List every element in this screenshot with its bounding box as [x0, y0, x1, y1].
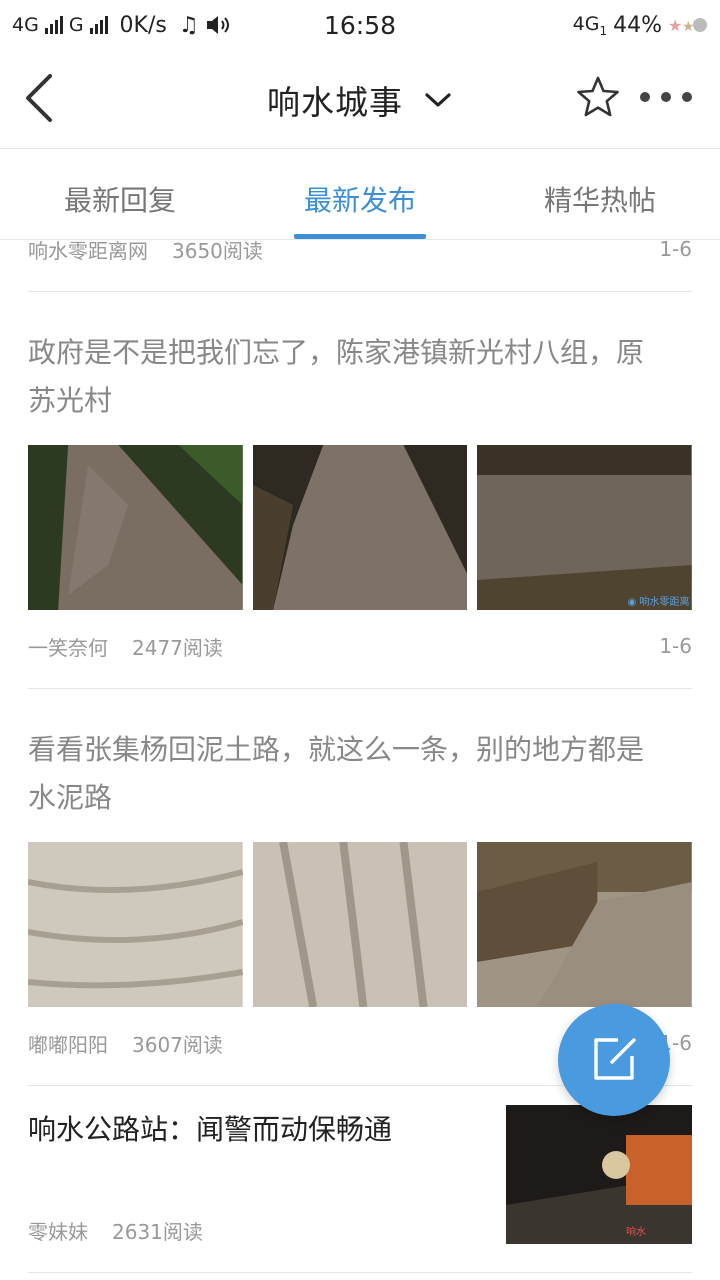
- tab-latest-posts[interactable]: 最新发布: [240, 149, 480, 239]
- post-meta: 零妹妹 2631阅读: [28, 1215, 692, 1245]
- post-image[interactable]: [252, 445, 468, 610]
- post-feed[interactable]: 响水零距离网 3650阅读 1-6 政府是不是把我们忘了，陈家港镇新光村八组，原…: [0, 240, 720, 1280]
- post-author: 嘟嘟阳阳: [28, 1032, 108, 1057]
- more-icon[interactable]: [640, 84, 692, 110]
- network-type-2: G: [68, 14, 84, 36]
- svg-text:★: ★: [668, 16, 682, 35]
- post-image[interactable]: [28, 842, 243, 1007]
- svg-text:◉ 响水零距离: ◉ 响水零距离: [628, 595, 690, 608]
- signal-icon: [44, 16, 63, 34]
- post-reads: 3607阅读: [132, 1032, 223, 1057]
- post-reads: 3650阅读: [172, 240, 263, 263]
- volume-icon: [206, 16, 229, 34]
- post-image[interactable]: ◉ 响水零距离: [477, 445, 693, 610]
- post-images[interactable]: [28, 842, 693, 1007]
- page-title: 响水城事: [267, 83, 403, 122]
- network-type-1: 4G: [12, 14, 39, 36]
- post-image[interactable]: [477, 842, 693, 1007]
- tab-featured[interactable]: 精华热帖: [480, 149, 720, 239]
- divider: [28, 1272, 692, 1273]
- compose-button[interactable]: [558, 1004, 670, 1116]
- post-meta: 响水零距离网 3650阅读 1-6: [28, 240, 692, 264]
- weather-icon: ★ ★: [668, 16, 707, 35]
- tab-latest-replies[interactable]: 最新回复: [0, 149, 240, 239]
- post-author: 响水零距离网: [28, 240, 148, 263]
- post-image[interactable]: [252, 842, 468, 1007]
- post-reads: 2631阅读: [112, 1219, 203, 1244]
- network-speed: 0K/s: [119, 12, 167, 38]
- compose-icon: [594, 1038, 636, 1080]
- signal-icon: [89, 16, 108, 34]
- post-images[interactable]: ◉ 响水零距离: [28, 445, 693, 610]
- status-bar: 4G G 0K/s ♫ 16:58 4G1 44% ★ ★: [0, 0, 720, 50]
- post-image[interactable]: [28, 445, 243, 610]
- post-pages: 1-6: [659, 240, 692, 261]
- post-title[interactable]: 看看张集杨回泥土路，就这么一条，别的地方都是水泥路: [28, 726, 668, 822]
- post-meta: 一笑奈何 2477阅读 1-6: [28, 631, 692, 661]
- post-author: 一笑奈何: [28, 635, 108, 660]
- network-type-right: 4G1: [572, 12, 608, 38]
- nav-bar: 响水城事: [0, 50, 720, 148]
- divider: [28, 688, 692, 689]
- post-author: 零妹妹: [28, 1219, 88, 1244]
- post-title[interactable]: 政府是不是把我们忘了，陈家港镇新光村八组，原苏光村: [28, 329, 668, 425]
- battery-level: 44%: [613, 12, 662, 38]
- divider: [28, 291, 692, 292]
- post-title[interactable]: 响水公路站：闻警而动保畅通: [28, 1106, 488, 1154]
- star-icon[interactable]: [574, 74, 622, 122]
- svg-text:★: ★: [682, 19, 695, 35]
- chevron-down-icon: [425, 93, 451, 107]
- post-reads: 2477阅读: [132, 635, 223, 660]
- tab-bar: 最新回复 最新发布 精华热帖: [0, 149, 720, 239]
- music-icon: ♫: [178, 12, 199, 38]
- post-pages: 1-6: [659, 634, 692, 658]
